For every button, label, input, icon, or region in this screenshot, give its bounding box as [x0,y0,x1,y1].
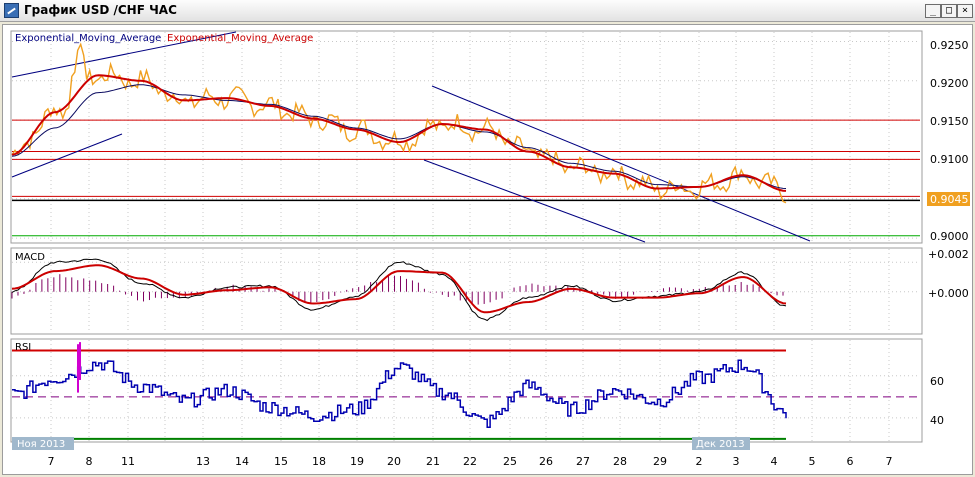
x-tick-label: 8 [86,455,93,468]
x-tick-label: 7 [48,455,55,468]
legend-ema-2: Exponential_Moving_Average [167,33,313,44]
x-tick-label: 22 [463,455,477,468]
x-tick-label: 5 [809,455,816,468]
x-tick-label: 11 [121,455,135,468]
x-tick-label: 14 [235,455,249,468]
y-tick-price: 0.9150 [930,115,969,128]
macd-panel [10,247,923,335]
x-tick-label: 19 [350,455,364,468]
y-tick-macd: +0.002 [928,248,969,261]
x-tick-label: 13 [196,455,210,468]
x-tick-label: 18 [312,455,326,468]
x-tick-label: 27 [576,455,590,468]
y-tick-macd: +0.000 [928,287,969,300]
chart-svg: Exponential_Moving_Average Exponential_M… [10,30,970,468]
x-tick-label: 25 [503,455,517,468]
x-tick-label: 26 [539,455,553,468]
y-tick-rsi: 40 [930,414,944,427]
x-tick-label: 21 [426,455,440,468]
x-tick-label: 28 [613,455,627,468]
y-tick-price: 0.9000 [930,230,969,243]
rsi-panel [10,338,923,443]
month-label-nov: Ноя 2013 [17,439,65,450]
y-tick-price: 0.9100 [930,153,969,166]
y-tick-price: 0.9200 [930,77,969,90]
current-price-label: 0.9045 [930,193,969,206]
x-tick-label: 20 [387,455,401,468]
rsi-title: RSI [15,342,31,353]
x-tick-label: 2 [696,455,703,468]
x-tick-label: 6 [847,455,854,468]
month-label-dec: Дек 2013 [696,439,745,450]
macd-title: MACD [15,252,45,263]
x-tick-label: 15 [274,455,288,468]
x-tick-label: 29 [653,455,667,468]
x-tick-label: 3 [733,455,740,468]
price-panel [10,30,923,244]
x-tick-label: 4 [771,455,778,468]
y-tick-rsi: 60 [930,375,944,388]
y-tick-price: 0.9250 [930,39,969,52]
legend-ema-1: Exponential_Moving_Average [15,33,161,44]
x-tick-label: 7 [886,455,893,468]
